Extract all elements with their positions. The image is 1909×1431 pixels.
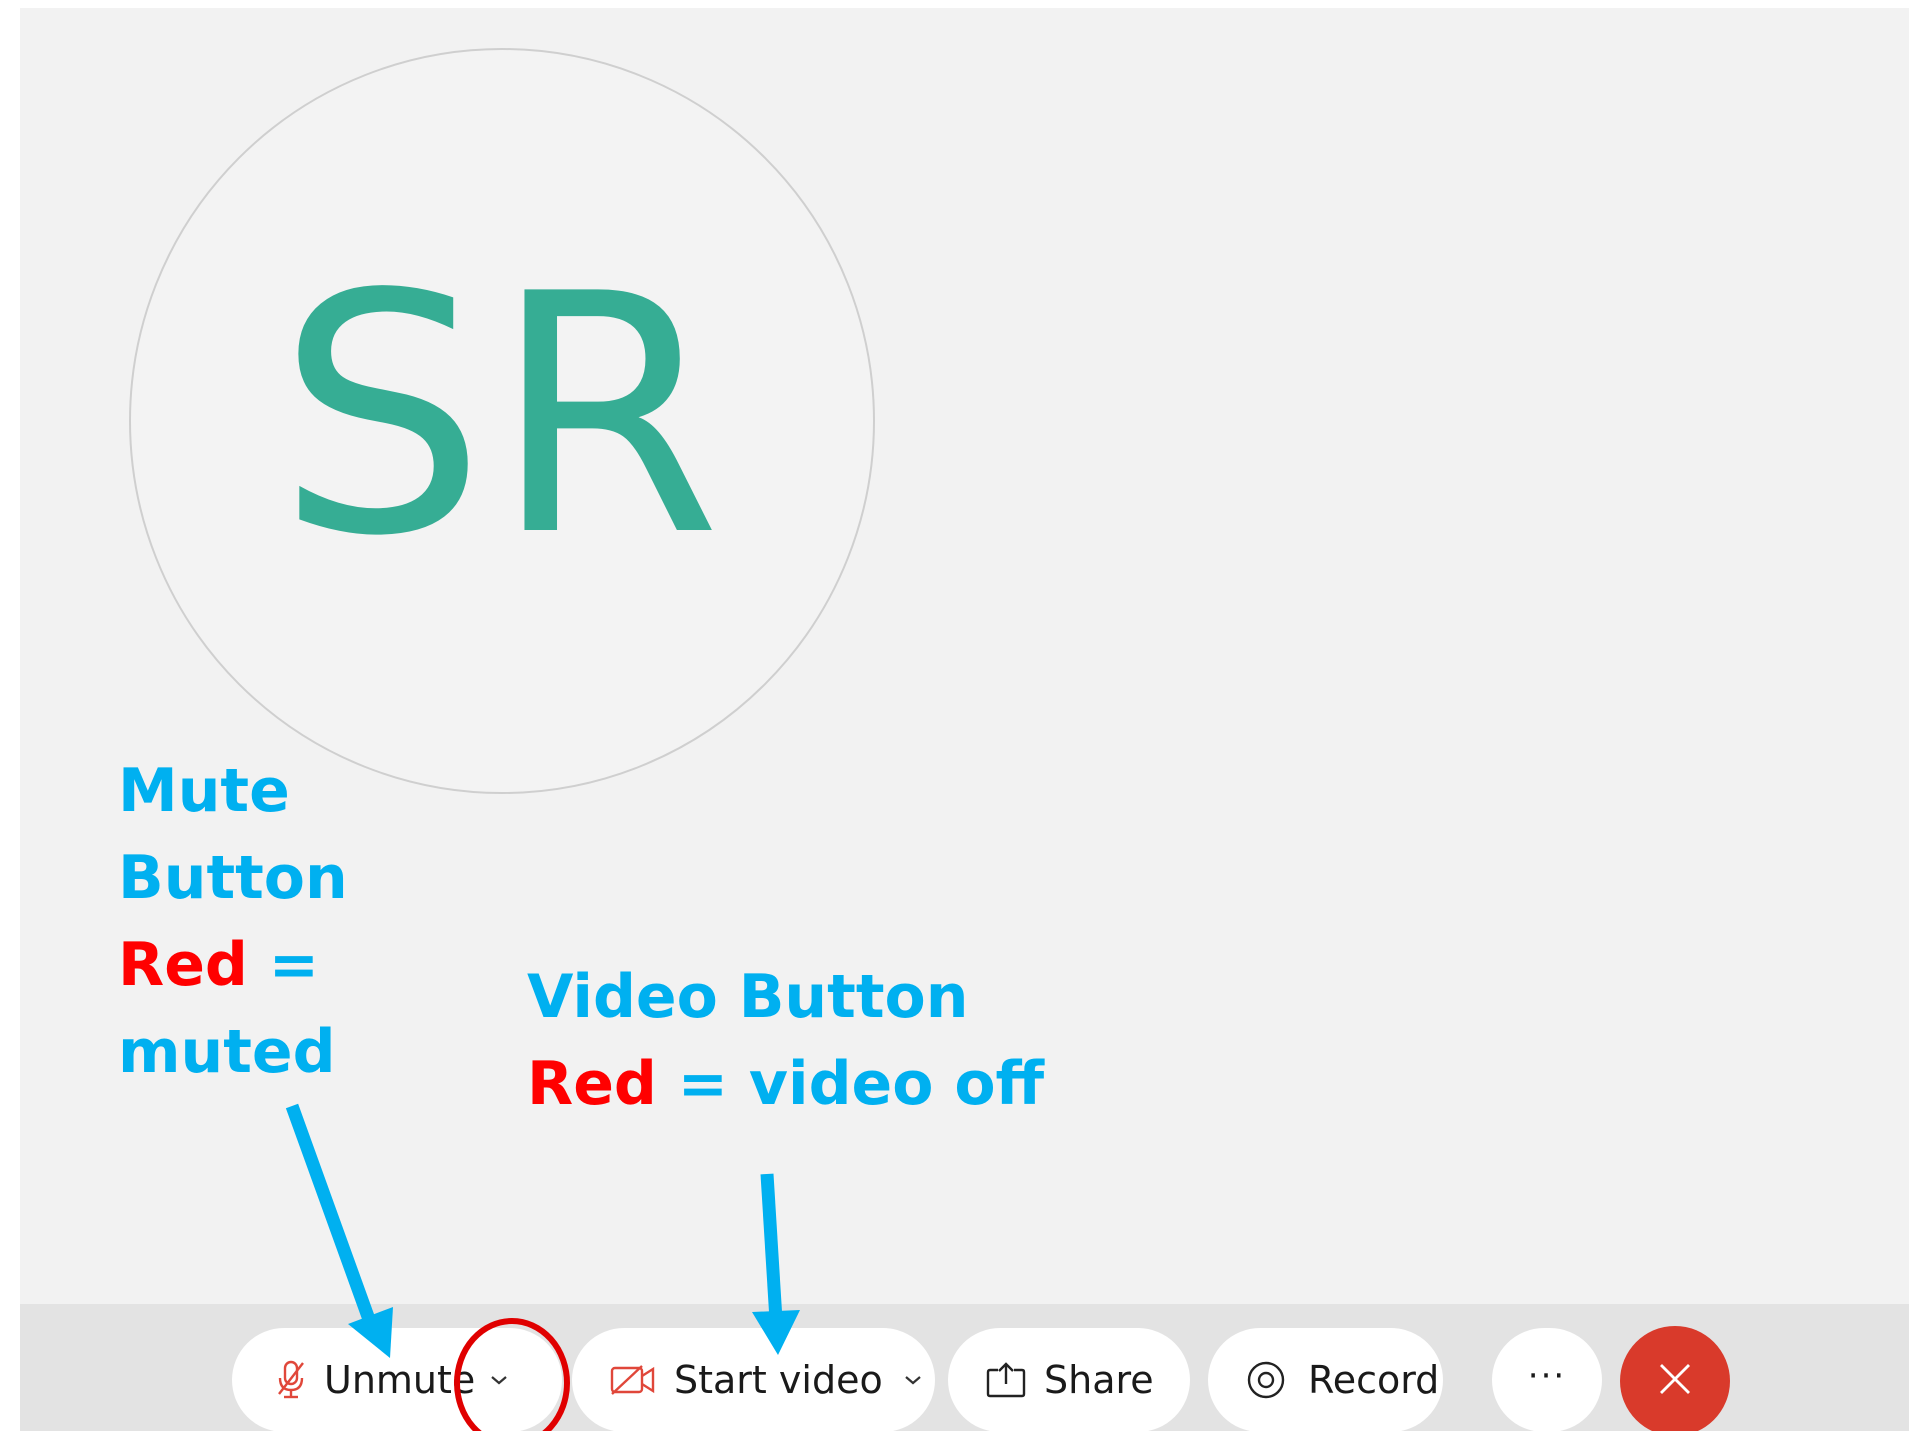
microphone-off-icon (276, 1360, 306, 1400)
close-icon (1656, 1360, 1694, 1402)
annotation-line: muted (118, 1017, 336, 1087)
annotation-rest: = video off (656, 1049, 1045, 1119)
record-button[interactable]: Record (1208, 1328, 1443, 1431)
annotation-red-word: Red (527, 1049, 657, 1119)
leave-meeting-button[interactable] (1620, 1326, 1730, 1431)
avatar-initials: SR (276, 224, 728, 608)
annotation-line: Mute (118, 756, 290, 826)
annotation-line: Button (118, 843, 348, 913)
share-icon (986, 1362, 1026, 1398)
video-off-icon (610, 1363, 656, 1397)
start-video-button[interactable]: Start video (572, 1328, 935, 1431)
annotation-line: Red = (118, 922, 348, 1009)
meeting-controls-toolbar: Unmute Start video Share Record ··· (20, 1304, 1909, 1431)
annotation-line: Red = video off (527, 1041, 1044, 1128)
share-button[interactable]: Share (948, 1328, 1190, 1431)
meeting-window: SR Mute Button Red = muted Video Button … (20, 8, 1909, 1431)
more-options-icon: ··· (1527, 1356, 1567, 1396)
share-label: Share (1044, 1358, 1154, 1402)
unmute-label: Unmute (324, 1358, 476, 1402)
annotation-equals: = (247, 930, 320, 1000)
video-button-annotation: Video Button Red = video off (527, 954, 1044, 1128)
chevron-down-icon[interactable] (489, 1374, 509, 1386)
mute-button-annotation: Mute Button Red = muted (118, 748, 348, 1096)
chevron-down-icon[interactable] (903, 1374, 923, 1386)
annotation-red-word: Red (118, 930, 248, 1000)
record-icon (1246, 1360, 1286, 1400)
more-options-button[interactable]: ··· (1492, 1328, 1602, 1431)
unmute-button[interactable]: Unmute (232, 1328, 562, 1431)
record-label: Record (1308, 1358, 1440, 1402)
participant-avatar: SR (129, 48, 875, 794)
start-video-label: Start video (674, 1358, 883, 1402)
annotation-line: Video Button (527, 962, 969, 1032)
